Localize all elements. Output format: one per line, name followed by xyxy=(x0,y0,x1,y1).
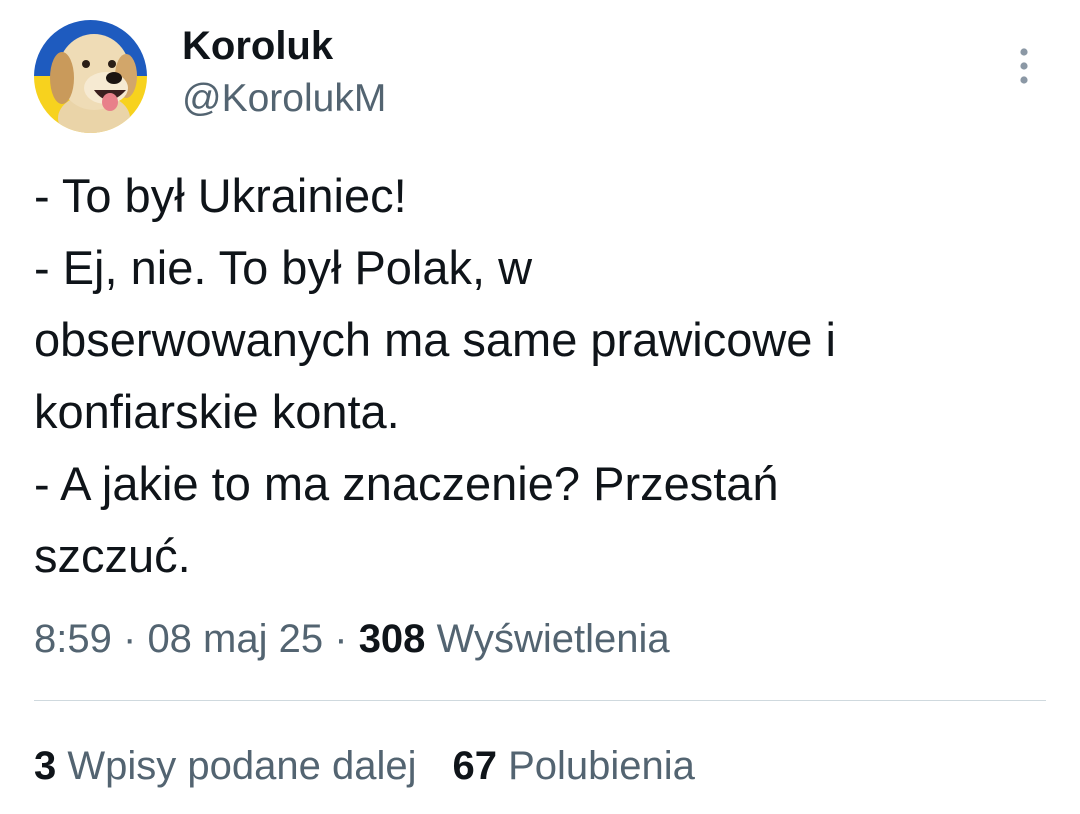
engagement-stats: 3 Wpisy podane dalej 67 Polubienia xyxy=(34,740,695,792)
views-label: Wyświetlenia xyxy=(436,617,670,661)
dog-avatar-icon xyxy=(34,20,147,133)
tweet-text-line: - To był Ukrainiec! xyxy=(34,169,407,222)
meta-separator: · xyxy=(122,617,137,661)
likes-count: 67 xyxy=(452,744,497,788)
likes-label: Polubienia xyxy=(508,744,695,788)
author-handle[interactable]: @KorolukM xyxy=(182,75,386,123)
author-display-name[interactable]: Koroluk xyxy=(182,22,333,70)
tweet-time: 8:59 xyxy=(34,617,112,661)
reposts-stat-link[interactable]: 3 Wpisy podane dalej xyxy=(34,744,416,788)
tweet-date: 08 maj 25 xyxy=(147,617,324,661)
tweet-text-line: obserwowanych ma same prawicowe i xyxy=(34,313,836,366)
divider xyxy=(34,700,1046,701)
reposts-count: 3 xyxy=(34,744,57,788)
reposts-label: Wpisy podane dalej xyxy=(67,744,417,788)
tweet-text-line: szczuć. xyxy=(34,529,191,582)
views-count: 308 xyxy=(358,617,426,661)
likes-stat-link[interactable]: 67 Polubienia xyxy=(452,744,694,788)
tweet-text-line: - A jakie to ma znaczenie? Przestań xyxy=(34,457,779,510)
tweet-text: - To był Ukrainiec! - Ej, nie. To był Po… xyxy=(34,160,1044,592)
more-options-button[interactable] xyxy=(1004,42,1044,90)
tweet-metadata: 8:59 · 08 maj 25 · 308 Wyświetlenia xyxy=(34,614,670,664)
more-vertical-icon xyxy=(1020,48,1028,84)
tweet-timestamp-link[interactable]: 8:59 · 08 maj 25 xyxy=(34,617,323,661)
meta-separator: · xyxy=(334,617,348,661)
author-avatar[interactable] xyxy=(34,20,147,133)
tweet-text-line: - Ej, nie. To był Polak, w xyxy=(34,241,533,294)
tweet-text-line: konfiarskie konta. xyxy=(34,385,400,438)
